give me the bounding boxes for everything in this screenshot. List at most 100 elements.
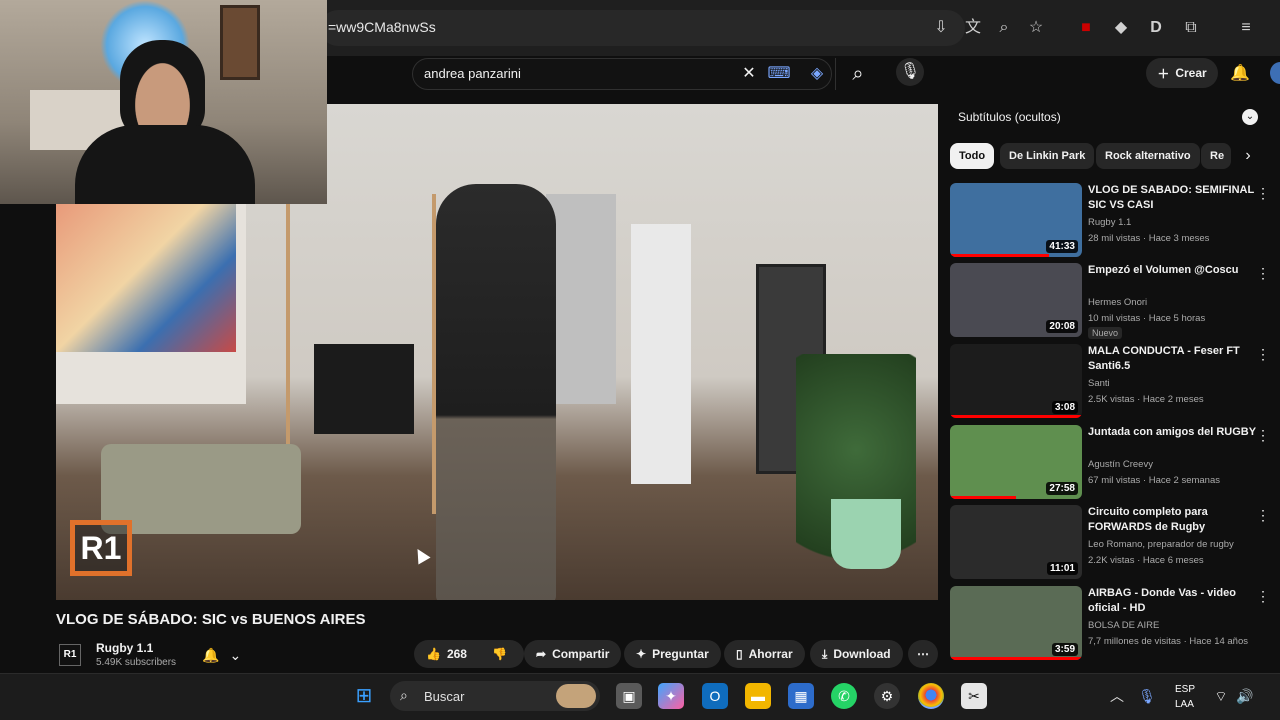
extension-diamond-icon[interactable]: ◆ (1110, 17, 1132, 39)
copilot-icon[interactable]: ✦ (658, 683, 684, 709)
recommendation-meta: 7,7 millones de visitas · Hace 14 años (1088, 636, 1248, 647)
more-options-icon[interactable]: ⋮ (1256, 588, 1270, 605)
recommendation-channel[interactable]: Rugby 1.1 (1088, 217, 1131, 228)
recommendation-title[interactable]: MALA CONDUCTA - Feser FT Santi6.5 (1088, 344, 1258, 374)
language-bottom[interactable]: LAA (1175, 699, 1194, 710)
download-button[interactable]: ⤓ Download (810, 640, 903, 668)
recommendation-channel[interactable]: BOLSA DE AIRE (1088, 620, 1159, 631)
subscribe-notifications-button[interactable]: 🔔 ⌄ (196, 642, 256, 668)
chip-todo[interactable]: Todo (950, 143, 995, 169)
recommendation-item[interactable]: 41:33 VLOG DE SABADO: SEMIFINAL SIC VS CA… (950, 183, 1270, 261)
chevron-down-icon: ⌄ (229, 646, 242, 663)
recommendation-item[interactable]: 20:08 Empezó el Volumen @Coscu Hermes Onor… (950, 263, 1270, 341)
recommendation-item[interactable]: 3:08 MALA CONDUCTA - Feser FT Santi6.5 San… (950, 344, 1270, 422)
share-icon: ➦ (536, 647, 547, 661)
notifications-bell-icon[interactable]: 🔔 (1226, 62, 1254, 86)
store-icon[interactable]: ▦ (788, 683, 814, 709)
recommendation-item[interactable]: 27:58 Juntada con amigos del RUGBY Agustín… (950, 425, 1270, 503)
more-actions-button[interactable]: ⋯ (908, 640, 938, 668)
channel-watermark: R1 (70, 520, 132, 576)
bookmark-icon: ▯ (736, 647, 743, 661)
media-controls-icon[interactable]: ≡ (1235, 17, 1257, 39)
save-button[interactable]: ▯ Ahorrar (724, 640, 805, 668)
task-view-icon[interactable]: ▣ (616, 683, 642, 709)
recommendation-thumbnail[interactable]: 11:01 (950, 505, 1082, 579)
whatsapp-icon[interactable]: ✆ (831, 683, 857, 709)
save-label: Ahorrar (748, 647, 793, 661)
extensions-puzzle-icon[interactable]: ⧉ (1180, 17, 1202, 39)
translate-icon[interactable]: 文 (962, 17, 984, 39)
recommendation-channel[interactable]: Leo Romano, preparador de rugby (1088, 539, 1234, 550)
chevron-down-icon[interactable]: ⌄ (1242, 109, 1258, 125)
recommendation-channel[interactable]: Agustín Creevy (1088, 459, 1153, 470)
video-person (436, 184, 556, 600)
video-duration: 3:59 (1051, 643, 1078, 656)
language-top[interactable]: ESP (1175, 684, 1195, 695)
video-duration: 27:58 (1046, 482, 1078, 495)
recommendation-channel[interactable]: Santi (1088, 378, 1110, 389)
more-options-icon[interactable]: ⋮ (1256, 507, 1270, 524)
channel-avatar[interactable]: R1 (59, 644, 81, 666)
capcut-icon[interactable]: ✂ (961, 683, 987, 709)
extension-d-icon[interactable]: D (1145, 17, 1167, 39)
chip-partial[interactable]: Re (1201, 143, 1231, 169)
more-options-icon[interactable]: ⋮ (1256, 265, 1270, 282)
bookmark-star-icon[interactable]: ☆ (1025, 17, 1047, 39)
recommendation-title[interactable]: Circuito completo para FORWARDS de Rugby… (1088, 505, 1258, 536)
search-input[interactable]: andrea panzarini (424, 66, 521, 81)
plus-icon: ＋ (1157, 66, 1170, 81)
extension-red-icon[interactable]: ■ (1075, 17, 1097, 39)
ask-button[interactable]: ✦ Preguntar (624, 640, 721, 668)
subtitles-label: Subtítulos (ocultos) (958, 110, 1061, 124)
recommendation-title[interactable]: Empezó el Volumen @Coscu (1088, 263, 1258, 278)
channel-name[interactable]: Rugby 1.1 (96, 641, 153, 655)
outlook-icon[interactable]: O (702, 683, 728, 709)
wifi-icon[interactable]: ⌔ (1208, 683, 1234, 709)
video-painting (56, 204, 236, 352)
recommendation-meta: 67 mil vistas · Hace 2 semanas (1088, 475, 1220, 486)
recommendation-title[interactable]: Juntada con amigos del RUGBY (1088, 425, 1258, 440)
clear-search-icon[interactable]: ✕ (735, 62, 763, 86)
webcam-person-body (75, 125, 255, 204)
zoom-icon[interactable]: ⌕ (993, 17, 1015, 39)
like-button[interactable]: 👍 268 (414, 640, 479, 668)
dislike-button[interactable]: 👎 (480, 640, 519, 668)
windows-start-icon[interactable]: ⊞ (351, 683, 377, 709)
recommendation-thumbnail[interactable]: 3:59 (950, 586, 1082, 660)
keyboard-icon[interactable]: ⌨ (765, 62, 793, 86)
search-icon[interactable]: ⌕ (844, 62, 872, 86)
install-icon[interactable]: ⇩ (930, 17, 952, 39)
download-label: Download (833, 647, 891, 661)
microphone-icon[interactable]: 🎙 (896, 58, 924, 86)
file-explorer-icon[interactable]: ▬ (745, 683, 771, 709)
tray-chevron-up-icon[interactable]: ︿ (1104, 683, 1130, 709)
recommendation-thumbnail[interactable]: 27:58 (950, 425, 1082, 499)
chrome-icon[interactable] (918, 683, 944, 709)
share-button[interactable]: ➦ Compartir (524, 640, 622, 668)
taskbar-search-label: Buscar (424, 689, 465, 704)
recommendation-item[interactable]: 3:59 AIRBAG - Donde Vas - video oficial -… (950, 586, 1270, 664)
recommendation-thumbnail[interactable]: 20:08 (950, 263, 1082, 337)
recommendation-title[interactable]: VLOG DE SABADO: SEMIFINAL SIC VS CASI (1088, 183, 1258, 213)
create-button[interactable]: ＋ Crear (1146, 58, 1218, 88)
recommendation-title[interactable]: AIRBAG - Donde Vas - video oficial - HD (1088, 586, 1258, 616)
more-options-icon[interactable]: ⋮ (1256, 185, 1270, 202)
recommendation-thumbnail[interactable]: 3:08 (950, 344, 1082, 418)
chip-linkin-park[interactable]: De Linkin Park (1000, 143, 1095, 169)
recommendation-channel[interactable]: Hermes Onori (1088, 297, 1147, 308)
address-text[interactable]: =ww9CMa8nwSs (328, 19, 436, 35)
more-options-icon[interactable]: ⋮ (1256, 427, 1270, 444)
volume-icon[interactable]: 🔊 (1232, 683, 1258, 709)
recommendation-thumbnail[interactable]: 41:33 (950, 183, 1082, 257)
tray-microphone-icon[interactable]: 🎙 (1134, 683, 1160, 709)
chevron-right-icon[interactable]: › (1236, 143, 1260, 169)
thumbs-down-icon: 👎 (492, 647, 507, 661)
recommendation-item[interactable]: 11:01 Circuito completo para FORWARDS de … (950, 505, 1270, 583)
extension-search-icon[interactable]: ◈ (803, 62, 831, 86)
more-options-icon[interactable]: ⋮ (1256, 346, 1270, 363)
video-duration: 11:01 (1046, 562, 1078, 575)
ask-label: Preguntar (652, 647, 709, 661)
chip-rock-alternativo[interactable]: Rock alternativo (1096, 143, 1200, 169)
download-icon: ⤓ (822, 646, 828, 661)
app-gear-icon[interactable]: ⚙ (874, 683, 900, 709)
